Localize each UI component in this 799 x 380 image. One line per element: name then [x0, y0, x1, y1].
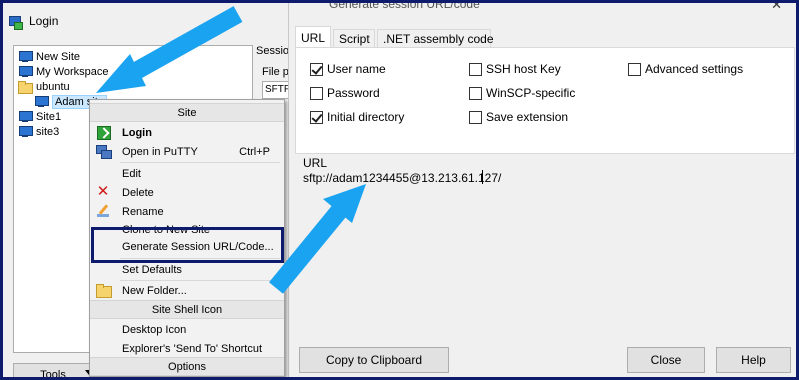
login-titlebar: Login [7, 11, 58, 31]
menu-item-label: Explorer's 'Send To' Shortcut [122, 342, 263, 355]
tree-item-label: site3 [36, 125, 60, 138]
menu-item-label: Open in PuTTY [122, 145, 198, 158]
tab-net-assembly-code[interactable]: .NET assembly code [377, 29, 494, 47]
menu-item-desktop-icon[interactable]: Desktop Icon [90, 320, 284, 339]
menu-item-new-folder[interactable]: New Folder... [90, 281, 284, 300]
menu-header-site: Site [90, 103, 284, 122]
generate-url-dialog: Generate session URL/code ✕ URL Script .… [288, 3, 796, 377]
tree-item-site1[interactable]: Site1 [18, 109, 61, 124]
folder-icon [18, 81, 33, 94]
tree-item-ubuntu-folder[interactable]: ubuntu [18, 79, 70, 94]
menu-item-label: Set Defaults [122, 263, 182, 276]
menu-item-send-to-shortcut[interactable]: Explorer's 'Send To' Shortcut [90, 339, 284, 358]
winscp-app-icon [7, 13, 23, 30]
checkbox-label: WinSCP-specific [486, 86, 576, 100]
ssh-host-key-checkbox[interactable]: SSH host Key [469, 62, 561, 76]
menu-item-shortcut: Ctrl+P [239, 145, 270, 158]
checkbox-box[interactable] [469, 86, 482, 100]
delete-icon: ✕ [96, 183, 110, 200]
tree-item-new-site[interactable]: New Site [18, 49, 80, 64]
checkbox-label: Save extension [486, 110, 569, 124]
help-button[interactable]: Help [716, 347, 791, 373]
checkbox-label: User name [327, 62, 386, 76]
computer-icon [34, 96, 49, 107]
tab-script[interactable]: Script [333, 29, 375, 47]
text-caret [482, 170, 483, 184]
menu-item-delete[interactable]: ✕ Delete [90, 183, 284, 202]
menu-item-label: Login [122, 126, 152, 139]
copy-to-clipboard-button[interactable]: Copy to Clipboard [299, 347, 449, 373]
menu-item-edit[interactable]: Edit [90, 164, 284, 183]
menu-item-open-in-putty[interactable]: Open in PuTTY Ctrl+P [90, 142, 284, 161]
login-icon [96, 125, 111, 140]
tree-item-label: My Workspace [36, 65, 109, 78]
rename-icon [96, 204, 110, 218]
save-extension-checkbox[interactable]: Save extension [469, 110, 568, 124]
folder-icon [96, 283, 112, 298]
tools-button[interactable]: Tools [13, 363, 93, 377]
tab-url[interactable]: URL [295, 26, 331, 48]
highlight-box [91, 227, 284, 263]
menu-item-label: Delete [122, 186, 154, 199]
menu-header-options: Options [90, 357, 284, 376]
menu-item-login[interactable]: Login [90, 123, 284, 142]
computer-icon [18, 126, 33, 137]
screenshot-frame: Login New Site My Workspace ubuntu Adam … [3, 3, 796, 377]
winscp-specific-checkbox[interactable]: WinSCP-specific [469, 86, 575, 100]
initial-directory-checkbox[interactable]: Initial directory [310, 110, 404, 124]
menu-separator [120, 162, 280, 163]
checkbox-box[interactable] [310, 86, 323, 100]
tree-item-label: ubuntu [36, 80, 70, 93]
checkbox-box[interactable] [469, 110, 482, 124]
url-text[interactable]: sftp://adam1234455@13.213.61.127/ [303, 171, 501, 185]
dialog-title: Generate session URL/code [329, 3, 480, 11]
tree-item-label: Site1 [36, 110, 62, 123]
close-icon[interactable]: ✕ [771, 3, 782, 13]
checkbox-box[interactable] [628, 62, 641, 76]
checkbox-label: Advanced settings [645, 62, 744, 76]
computer-icon [18, 51, 33, 62]
login-title: Login [29, 14, 59, 28]
tree-item-my-workspace[interactable]: My Workspace [18, 64, 109, 79]
putty-icon [96, 144, 112, 159]
menu-item-rename[interactable]: Rename [90, 202, 284, 221]
file-protocol-label: File p [262, 66, 289, 78]
checkbox-label: Password [327, 86, 380, 100]
tree-item-site3[interactable]: site3 [18, 124, 59, 139]
menu-item-label: Rename [122, 205, 164, 218]
menu-item-label: Edit [122, 167, 141, 180]
checkbox-label: Initial directory [327, 110, 405, 124]
checkbox-box[interactable] [310, 110, 323, 124]
password-checkbox[interactable]: Password [310, 86, 380, 100]
url-label: URL [303, 156, 328, 170]
computer-icon [18, 66, 33, 77]
tree-item-label: New Site [36, 50, 81, 63]
menu-item-label: Desktop Icon [122, 323, 187, 336]
checkbox-label: SSH host Key [486, 62, 561, 76]
advanced-settings-checkbox[interactable]: Advanced settings [628, 62, 743, 76]
menu-header-site-shell-icon: Site Shell Icon [90, 300, 284, 319]
menu-item-label: New Folder... [122, 284, 187, 297]
computer-icon [18, 111, 33, 122]
close-button[interactable]: Close [627, 347, 705, 373]
checkbox-box[interactable] [310, 62, 323, 76]
checkbox-box[interactable] [469, 62, 482, 76]
username-checkbox[interactable]: User name [310, 62, 386, 76]
